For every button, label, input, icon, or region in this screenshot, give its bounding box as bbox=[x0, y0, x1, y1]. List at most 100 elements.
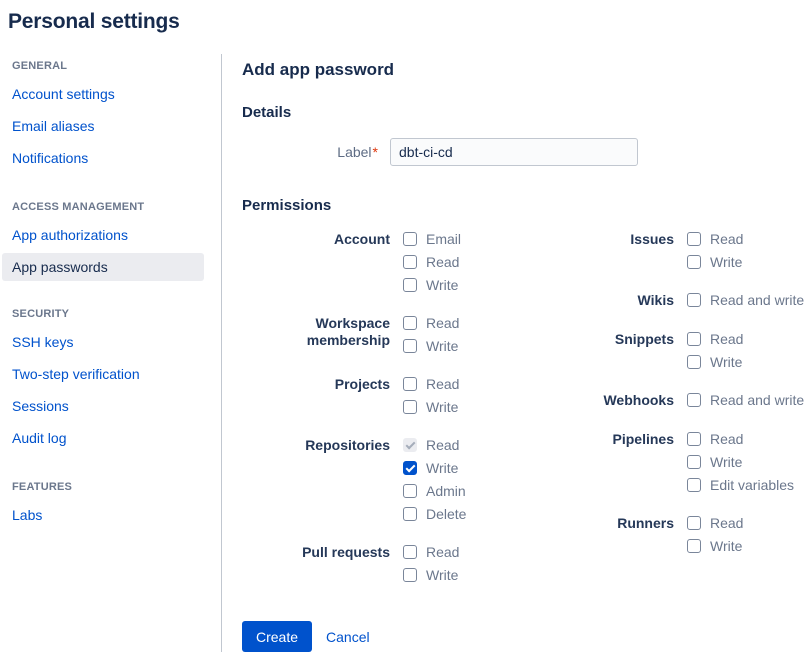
checkbox-label: Write bbox=[426, 460, 458, 476]
checkbox-label: Read bbox=[710, 431, 743, 447]
checkbox-label: Read bbox=[710, 231, 743, 247]
perm-option-list: Read Write Admin Delete bbox=[403, 437, 466, 522]
layout: GENERALAccount settingsEmail aliasesNoti… bbox=[0, 54, 808, 652]
sidebar-item-account-settings[interactable]: Account settings bbox=[2, 78, 204, 110]
perm-option-list: Read Write bbox=[403, 376, 459, 415]
perm-option-list: Read Write bbox=[403, 315, 459, 354]
perm-group-account: Account Email Read Write bbox=[242, 231, 600, 293]
perm-group-label: Webhooks bbox=[600, 392, 674, 409]
checkbox-label: Read bbox=[710, 331, 743, 347]
perm-option-projects-write[interactable]: Write bbox=[403, 399, 459, 415]
page: Personal settings GENERALAccount setting… bbox=[0, 0, 808, 647]
perm-option-account-write[interactable]: Write bbox=[403, 277, 461, 293]
form-actions: Create Cancel bbox=[242, 621, 808, 652]
perm-option-pipelines-edit-variables[interactable]: Edit variables bbox=[687, 477, 794, 493]
perm-option-list: Read and write bbox=[687, 392, 804, 409]
perm-group-label: Repositories bbox=[242, 437, 390, 522]
perm-option-workspace-membership-read[interactable]: Read bbox=[403, 315, 459, 331]
perm-option-wikis-read-and-write[interactable]: Read and write bbox=[687, 292, 804, 308]
perm-option-runners-write[interactable]: Write bbox=[687, 538, 743, 554]
required-asterisk: * bbox=[373, 144, 378, 160]
label-field-row: Label* bbox=[242, 138, 808, 166]
perm-option-pipelines-write[interactable]: Write bbox=[687, 454, 794, 470]
checkbox[interactable] bbox=[687, 478, 701, 492]
checkbox-label: Edit variables bbox=[710, 477, 794, 493]
sidebar-section-general: GENERALAccount settingsEmail aliasesNoti… bbox=[0, 60, 221, 174]
sidebar-item-email-aliases[interactable]: Email aliases bbox=[2, 110, 204, 142]
perm-group-label: Wikis bbox=[600, 292, 674, 309]
checkbox[interactable] bbox=[687, 432, 701, 446]
cancel-link[interactable]: Cancel bbox=[326, 629, 370, 645]
checkbox-label: Email bbox=[426, 231, 461, 247]
checkbox[interactable] bbox=[403, 255, 417, 269]
perm-option-runners-read[interactable]: Read bbox=[687, 515, 743, 531]
perm-option-pull-requests-write[interactable]: Write bbox=[403, 567, 459, 583]
checkbox[interactable] bbox=[403, 568, 417, 582]
perm-group-label: Issues bbox=[600, 231, 674, 270]
perm-group-issues: Issues Read Write bbox=[600, 231, 808, 270]
sidebar-section-security: SECURITYSSH keysTwo-step verificationSes… bbox=[0, 308, 221, 454]
sidebar-item-sessions[interactable]: Sessions bbox=[2, 390, 204, 422]
checkbox[interactable] bbox=[687, 293, 701, 307]
perm-group-label: Workspace membership bbox=[242, 315, 390, 354]
checkbox[interactable] bbox=[687, 255, 701, 269]
perm-option-repositories-read[interactable]: Read bbox=[403, 437, 466, 453]
checkbox[interactable] bbox=[403, 400, 417, 414]
sidebar-item-audit-log[interactable]: Audit log bbox=[2, 422, 204, 454]
sidebar-item-labs[interactable]: Labs bbox=[2, 499, 204, 531]
details-heading: Details bbox=[242, 104, 808, 121]
checked-checkbox[interactable] bbox=[403, 461, 417, 475]
perm-option-account-read[interactable]: Read bbox=[403, 254, 461, 270]
checkbox[interactable] bbox=[403, 316, 417, 330]
sidebar-section-header: FEATURES bbox=[0, 481, 221, 499]
permissions-column-right: IssuesReadWriteWikisRead and writeSnippe… bbox=[600, 231, 808, 605]
checkbox[interactable] bbox=[687, 332, 701, 346]
permissions-columns: Account Email Read Write Workspace membershi… bbox=[242, 231, 808, 605]
perm-option-workspace-membership-write[interactable]: Write bbox=[403, 338, 459, 354]
create-button[interactable]: Create bbox=[242, 621, 312, 652]
perm-option-pull-requests-read[interactable]: Read bbox=[403, 544, 459, 560]
sidebar-item-app-authorizations[interactable]: App authorizations bbox=[2, 219, 204, 251]
main-content: Add app password Details Label* Permissi… bbox=[222, 54, 808, 652]
checkbox[interactable] bbox=[687, 455, 701, 469]
checkbox-label: Write bbox=[710, 454, 742, 470]
perm-group-wikis: Wikis Read and write bbox=[600, 292, 808, 309]
sidebar-section-header: ACCESS MANAGEMENT bbox=[0, 201, 221, 219]
checkbox-label: Delete bbox=[426, 506, 466, 522]
checkbox[interactable] bbox=[687, 355, 701, 369]
perm-option-pipelines-read[interactable]: Read bbox=[687, 431, 794, 447]
perm-option-repositories-write[interactable]: Write bbox=[403, 460, 466, 476]
perm-group-label: Account bbox=[242, 231, 390, 293]
checkbox[interactable] bbox=[687, 232, 701, 246]
perm-group-webhooks: Webhooks Read and write bbox=[600, 392, 808, 409]
checkbox[interactable] bbox=[403, 232, 417, 246]
sidebar-item-two-step-verification[interactable]: Two-step verification bbox=[2, 358, 204, 390]
checkbox[interactable] bbox=[687, 539, 701, 553]
checkbox-label: Read bbox=[426, 254, 459, 270]
perm-option-issues-read[interactable]: Read bbox=[687, 231, 743, 247]
checkbox[interactable] bbox=[403, 339, 417, 353]
perm-option-snippets-read[interactable]: Read bbox=[687, 331, 743, 347]
checkbox[interactable] bbox=[403, 278, 417, 292]
label-input[interactable] bbox=[390, 138, 638, 166]
checkbox[interactable] bbox=[403, 484, 417, 498]
checkbox-label: Write bbox=[426, 399, 458, 415]
sidebar-section-features: FEATURESLabs bbox=[0, 481, 221, 531]
checkbox[interactable] bbox=[403, 377, 417, 391]
sidebar-section-header: GENERAL bbox=[0, 60, 221, 78]
sidebar-item-ssh-keys[interactable]: SSH keys bbox=[2, 326, 204, 358]
checkbox[interactable] bbox=[687, 516, 701, 530]
perm-option-account-email[interactable]: Email bbox=[403, 231, 461, 247]
perm-option-webhooks-read-and-write[interactable]: Read and write bbox=[687, 392, 804, 408]
perm-option-snippets-write[interactable]: Write bbox=[687, 354, 743, 370]
checkbox[interactable] bbox=[687, 393, 701, 407]
checkbox[interactable] bbox=[403, 545, 417, 559]
perm-option-projects-read[interactable]: Read bbox=[403, 376, 459, 392]
perm-option-issues-write[interactable]: Write bbox=[687, 254, 743, 270]
perm-option-repositories-admin[interactable]: Admin bbox=[403, 483, 466, 499]
sidebar-item-notifications[interactable]: Notifications bbox=[2, 142, 204, 174]
checkbox-label: Read and write bbox=[710, 392, 804, 408]
perm-option-repositories-delete[interactable]: Delete bbox=[403, 506, 466, 522]
sidebar-item-app-passwords[interactable]: App passwords bbox=[2, 253, 204, 281]
checkbox[interactable] bbox=[403, 507, 417, 521]
